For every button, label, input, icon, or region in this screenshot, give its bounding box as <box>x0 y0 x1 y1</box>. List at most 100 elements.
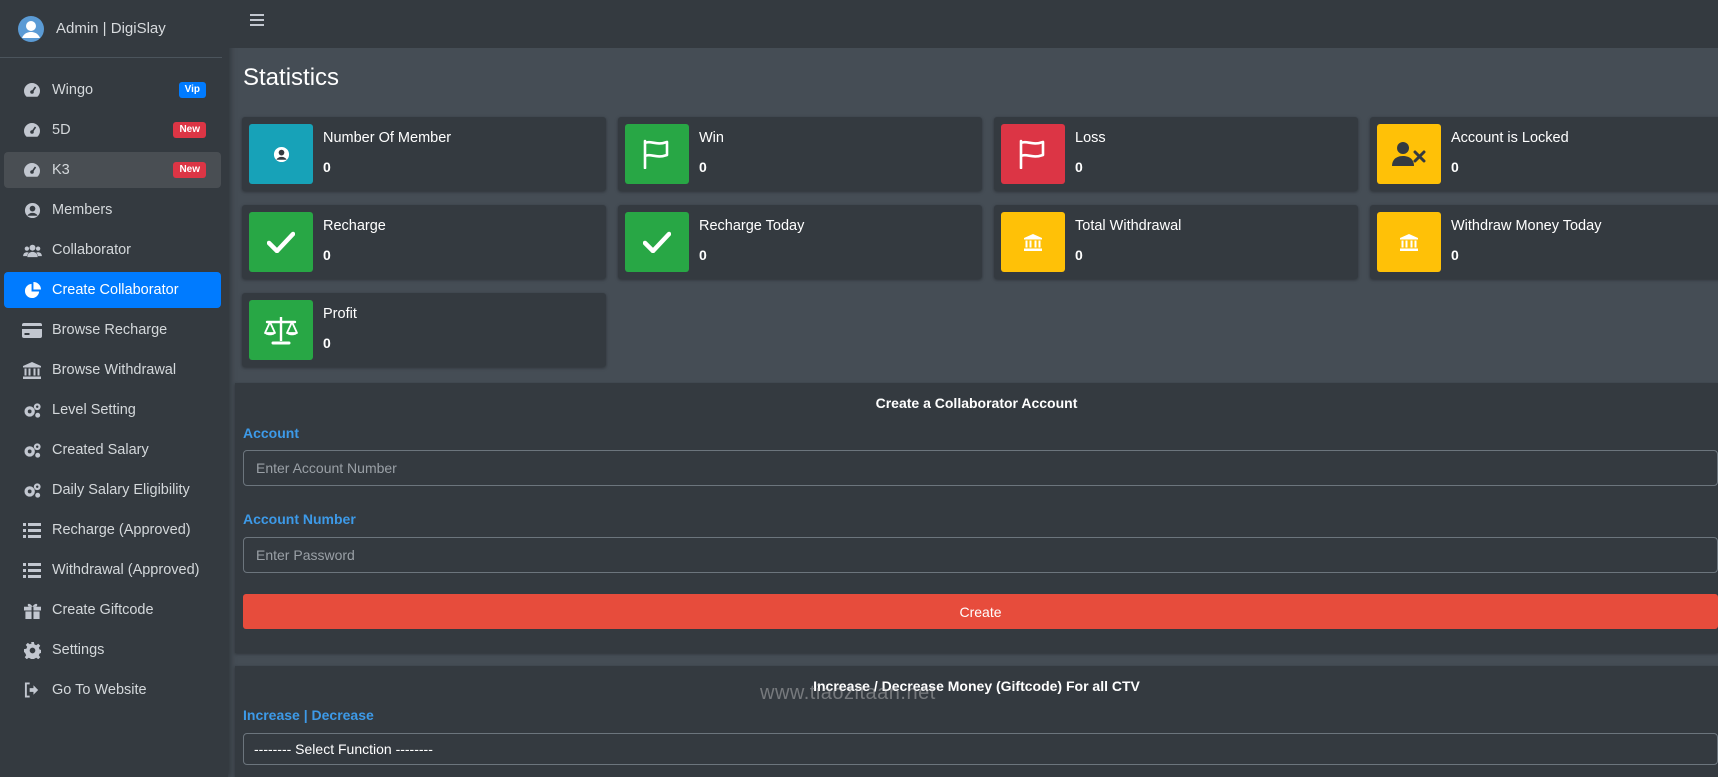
top-navbar <box>228 0 1718 48</box>
stat-value: 0 <box>1451 247 1459 263</box>
dashboard-gauge-icon <box>22 161 42 179</box>
brand[interactable]: Admin | DigiSlay <box>0 0 222 58</box>
list-icon <box>22 561 42 579</box>
stat-card-total-withdrawal: Total Withdrawal 0 <box>994 205 1358 279</box>
stat-card-profit: Profit 0 <box>242 293 606 367</box>
flag-icon <box>1001 124 1065 184</box>
stat-label: Recharge <box>323 218 386 234</box>
user-circle-icon <box>249 124 313 184</box>
dashboard-gauge-icon <box>22 121 42 139</box>
bank-icon <box>1001 212 1065 272</box>
cogs-icon <box>22 401 42 419</box>
dashboard-gauge-icon <box>22 81 42 99</box>
stat-value: 0 <box>1075 247 1083 263</box>
stat-card-account-is-locked: Account is Locked 0 <box>1370 117 1718 191</box>
admin-avatar-icon <box>18 15 44 42</box>
brand-title: Admin | DigiSlay <box>56 20 166 37</box>
stat-value: 0 <box>1451 159 1459 175</box>
sidebar: Admin | DigiSlay Wingo Vip 5D New K3 New Membe… <box>0 0 228 777</box>
credit-card-icon <box>22 321 42 339</box>
stat-card-number-of-member: Number Of Member 0 <box>242 117 606 191</box>
users-icon <box>22 241 42 259</box>
sidebar-item-label: Recharge (Approved) <box>52 522 191 538</box>
cogs-icon <box>22 481 42 499</box>
create-collaborator-title: Create a Collaborator Account <box>875 395 1078 411</box>
sidebar-item-go-to-website[interactable]: Go To Website <box>4 672 221 708</box>
sidebar-item-label: 5D <box>52 122 71 138</box>
stat-label: Win <box>699 130 724 146</box>
pie-chart-icon <box>22 281 42 299</box>
balance-scale-icon <box>249 300 313 360</box>
sidebar-item-browse-recharge[interactable]: Browse Recharge <box>4 312 221 348</box>
check-icon <box>625 212 689 272</box>
sidebar-item-settings[interactable]: Settings <box>4 632 221 668</box>
sidebar-item-withdrawal-approved[interactable]: Withdrawal (Approved) <box>4 552 221 588</box>
stat-card-win: Win 0 <box>618 117 982 191</box>
sidebar-item-browse-withdrawal[interactable]: Browse Withdrawal <box>4 352 221 388</box>
function-select-value: -------- Select Function -------- <box>254 741 433 757</box>
sidebar-item-label: Collaborator <box>52 242 131 258</box>
sidebar-item-label: Level Setting <box>52 402 136 418</box>
sidebar-item-label: Create Giftcode <box>52 602 154 618</box>
stat-label: Loss <box>1075 130 1106 146</box>
sidebar-item-label: Wingo <box>52 82 94 98</box>
stat-label: Recharge Today <box>699 218 805 234</box>
sidebar-item-create-giftcode[interactable]: Create Giftcode <box>4 592 221 628</box>
stat-card-recharge-today: Recharge Today 0 <box>618 205 982 279</box>
stat-label: Profit <box>323 306 357 322</box>
stat-label: Number Of Member <box>323 130 452 146</box>
page-title: Statistics <box>243 64 340 91</box>
sidebar-item-created-salary[interactable]: Created Salary <box>4 432 221 468</box>
sidebar-item-daily-salary-eligibility[interactable]: Daily Salary Eligibility <box>4 472 221 508</box>
menu-toggle-icon[interactable] <box>250 14 264 28</box>
watermark: www.tiaozitaan.net <box>760 682 936 704</box>
stat-label: Account is Locked <box>1451 130 1569 146</box>
sidebar-item-label: K3 <box>52 162 70 178</box>
sidebar-item-recharge-approved[interactable]: Recharge (Approved) <box>4 512 221 548</box>
stat-card-withdraw-money-today: Withdraw Money Today 0 <box>1370 205 1718 279</box>
check-icon <box>249 212 313 272</box>
sidebar-item-label: Daily Salary Eligibility <box>52 482 190 498</box>
sidebar-item-label: Withdrawal (Approved) <box>52 562 200 578</box>
sidebar-item-level-setting[interactable]: Level Setting <box>4 392 221 428</box>
sidebar-item-label: Created Salary <box>52 442 149 458</box>
sidebar-item-label: Settings <box>52 642 105 658</box>
bank-icon <box>1377 212 1441 272</box>
sidebar-item-members[interactable]: Members <box>4 192 221 228</box>
sidebar-badge: New <box>173 162 206 178</box>
bank-icon <box>22 361 42 379</box>
stat-value: 0 <box>699 159 707 175</box>
flag-icon <box>625 124 689 184</box>
sidebar-item-collaborator[interactable]: Collaborator <box>4 232 221 268</box>
sidebar-item-k3[interactable]: K3 New <box>4 152 221 188</box>
create-button[interactable]: Create <box>243 594 1718 629</box>
sidebar-item-wingo[interactable]: Wingo Vip <box>4 72 221 108</box>
gift-icon <box>22 601 42 619</box>
sidebar-nav: Wingo Vip 5D New K3 New Members Collaborator Cre… <box>0 58 228 708</box>
account-label: Account <box>243 425 299 441</box>
money-panel: Increase / Decrease Money (Giftcode) For… <box>235 666 1718 777</box>
stat-value: 0 <box>323 159 331 175</box>
sidebar-badge: Vip <box>178 82 206 98</box>
stat-value: 0 <box>323 247 331 263</box>
gear-icon <box>22 641 42 659</box>
sidebar-badge: New <box>173 122 206 138</box>
sidebar-item-label: Browse Withdrawal <box>52 362 177 378</box>
stat-value: 0 <box>323 335 331 351</box>
stat-label: Withdraw Money Today <box>1451 218 1602 234</box>
account-number-label: Account Number <box>243 511 356 527</box>
stat-label: Total Withdrawal <box>1075 218 1182 234</box>
sidebar-item-label: Go To Website <box>52 682 147 698</box>
account-input[interactable] <box>243 450 1718 486</box>
sidebar-item-5d[interactable]: 5D New <box>4 112 221 148</box>
function-select[interactable]: -------- Select Function -------- <box>243 733 1718 765</box>
sidebar-item-label: Members <box>52 202 113 218</box>
money-panel-title: Increase / Decrease Money (Giftcode) For… <box>813 678 1140 694</box>
sidebar-item-label: Browse Recharge <box>52 322 168 338</box>
password-input[interactable] <box>243 537 1718 573</box>
cogs-icon <box>22 441 42 459</box>
increase-decrease-label: Increase | Decrease <box>243 707 374 723</box>
stat-value: 0 <box>1075 159 1083 175</box>
stat-card-recharge: Recharge 0 <box>242 205 606 279</box>
sidebar-item-create-collaborator[interactable]: Create Collaborator <box>4 272 221 308</box>
